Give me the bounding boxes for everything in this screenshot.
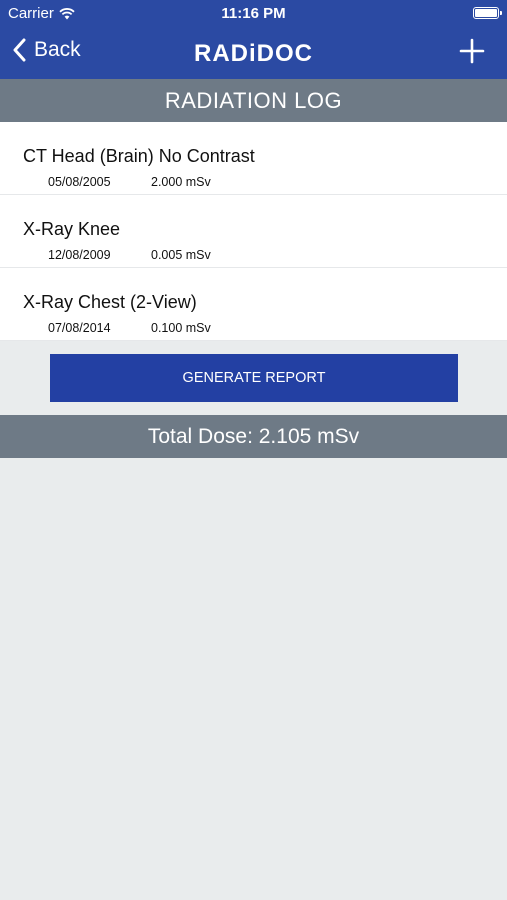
exam-dose: 2.000 mSv — [151, 175, 211, 189]
exam-date: 05/08/2005 — [48, 175, 111, 189]
battery-icon — [473, 7, 502, 19]
total-dose-bar: Total Dose: 2.105 mSv — [0, 415, 507, 458]
exam-title: X-Ray Chest (2-View) — [23, 292, 197, 312]
nav-bar: Back RADiDOC — [0, 28, 507, 79]
exam-date: 12/08/2009 — [48, 248, 111, 262]
exam-date: 07/08/2014 — [48, 321, 111, 335]
list-item[interactable]: X-Ray Chest (2-View) 07/08/2014 0.100 mS… — [0, 268, 507, 341]
top-bar: Carrier 11:16 PM Back RADiDOC — [0, 0, 507, 79]
exam-title: CT Head (Brain) No Contrast — [23, 146, 255, 166]
exam-dose: 0.005 mSv — [151, 248, 211, 262]
exam-dose: 0.100 mSv — [151, 321, 211, 335]
exam-title: X-Ray Knee — [23, 219, 121, 239]
list-item[interactable]: X-Ray Knee 12/08/2009 0.005 mSv — [0, 195, 507, 268]
status-time: 11:16 PM — [221, 5, 286, 22]
plus-icon[interactable] — [459, 38, 485, 64]
status-bar: Carrier 11:16 PM — [0, 0, 507, 28]
generate-report-button[interactable]: GENERATE REPORT — [50, 354, 458, 402]
section-header: RADIATION LOG — [0, 79, 507, 122]
battery-fill — [475, 9, 497, 17]
list-item[interactable]: CT Head (Brain) No Contrast 05/08/2005 2… — [0, 122, 507, 195]
app-logo: RADiDOC — [194, 40, 313, 67]
radiation-log-list: CT Head (Brain) No Contrast 05/08/2005 2… — [0, 122, 507, 341]
